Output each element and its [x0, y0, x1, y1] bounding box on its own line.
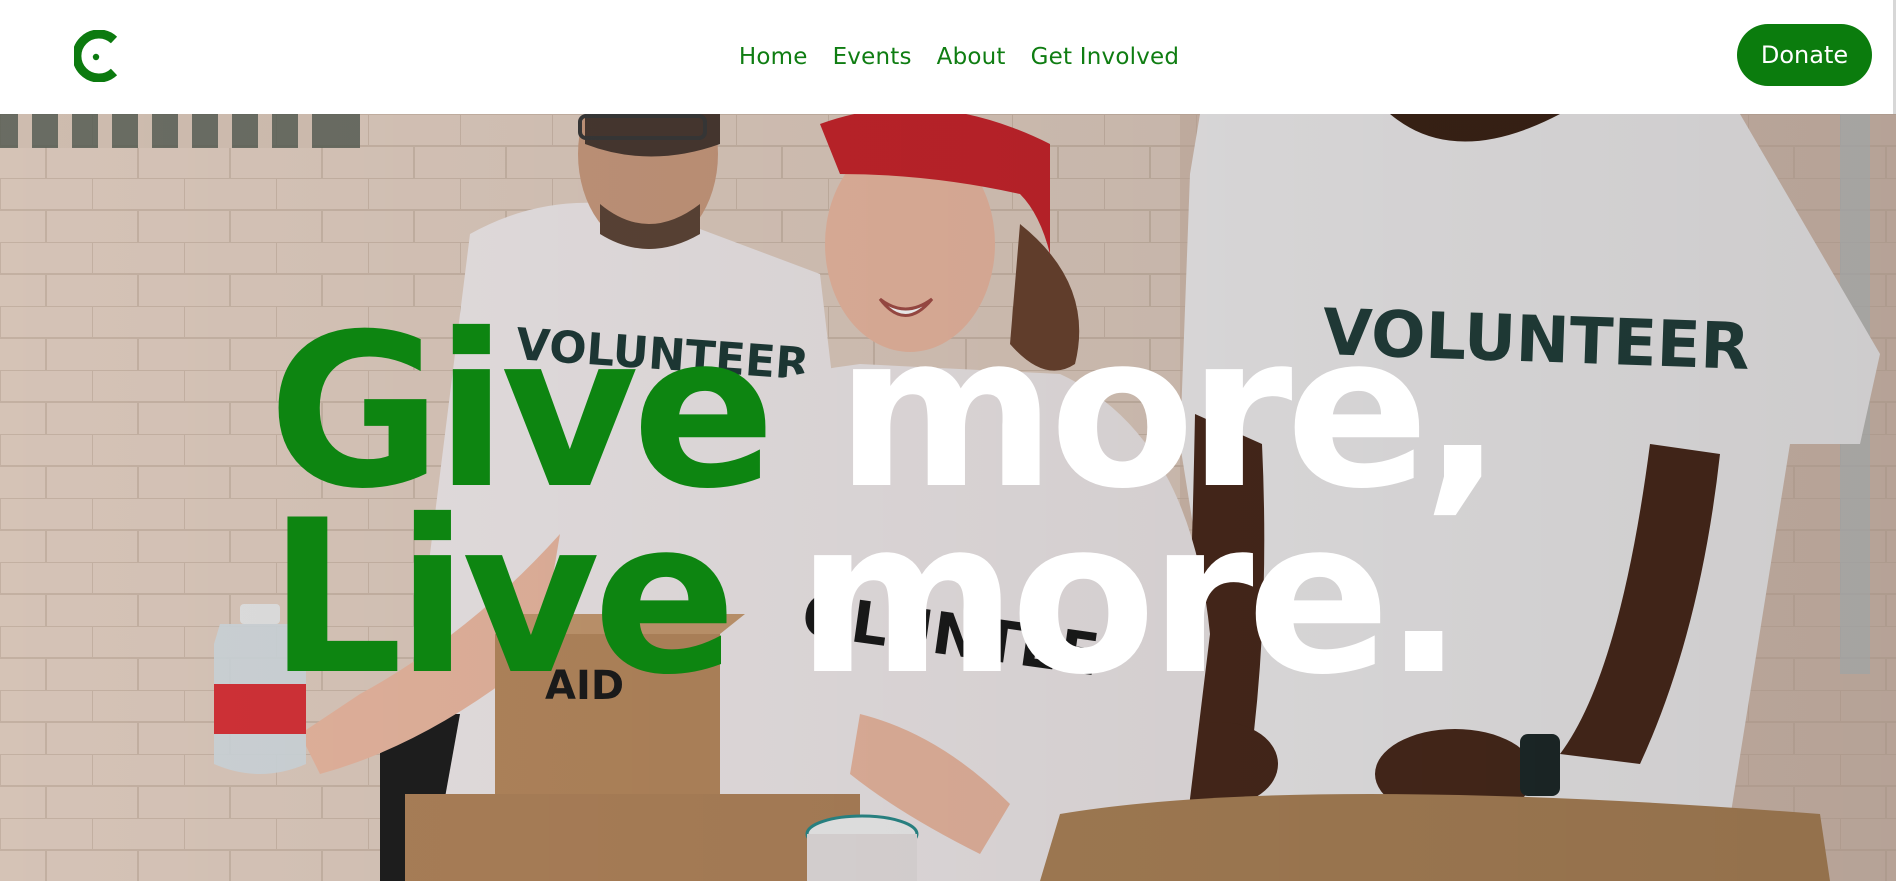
- donate-button[interactable]: Donate: [1737, 24, 1872, 86]
- headline-live: Live: [268, 474, 737, 721]
- headline-more-2: more.: [729, 474, 1464, 721]
- nav-item-about[interactable]: About: [937, 44, 1006, 70]
- site-header: Home Events About Get Involved Donate: [0, 0, 1896, 114]
- main-nav: Home Events About Get Involved: [0, 0, 1896, 114]
- headline-line-2: Live more.: [268, 492, 1496, 704]
- nav-item-events[interactable]: Events: [833, 44, 912, 70]
- nav-item-get-involved[interactable]: Get Involved: [1031, 44, 1180, 70]
- nav-item-home[interactable]: Home: [739, 44, 808, 70]
- hero-section: VOLUNTEER VOLUNTEER OLUNTEE AID: [0, 114, 1896, 881]
- hero-headline: Give more, Live more.: [268, 306, 1503, 704]
